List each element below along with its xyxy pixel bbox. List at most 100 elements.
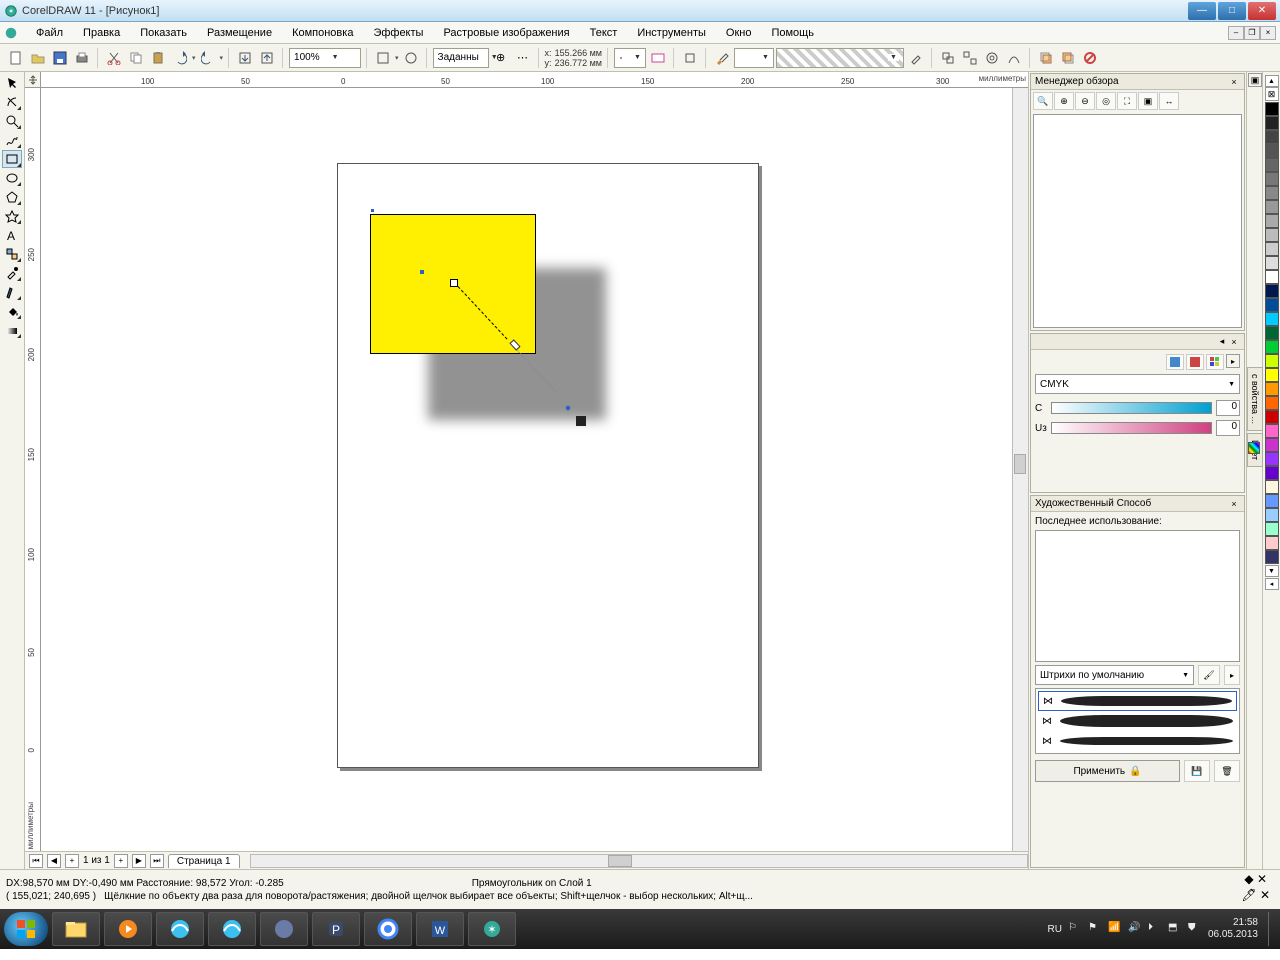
menu-file[interactable]: Файл [28,25,71,41]
print-button[interactable] [72,48,92,68]
taskbar-explorer-button[interactable] [52,912,100,946]
convert-button[interactable] [1004,48,1024,68]
page-next-button[interactable]: ▶ [132,854,146,868]
color-swatch[interactable] [1265,396,1279,410]
vertical-ruler[interactable]: миллиметры 300 250 200 150 100 50 0 [25,88,41,851]
text-tool[interactable]: A [2,226,22,244]
color-swatch[interactable] [1265,438,1279,452]
color-swatch[interactable] [1265,144,1279,158]
color-swatch[interactable] [1265,340,1279,354]
color-model-combo[interactable]: CMYK▼ [1035,374,1240,394]
tray-action-icon[interactable]: ⚑ [1088,922,1102,936]
zoom-page-button[interactable]: ▣ [1138,92,1158,110]
menu-text[interactable]: Текст [582,25,626,41]
align-button[interactable] [982,48,1002,68]
save-button[interactable] [50,48,70,68]
ungroup-button[interactable] [960,48,980,68]
color-swatch[interactable] [1265,522,1279,536]
brush-item-2[interactable]: ⋈ [1038,711,1237,731]
pick-tool[interactable] [2,74,22,92]
no-access-button[interactable] [1080,48,1100,68]
zoom-combo[interactable]: 100%▼ [289,48,361,68]
menu-tools[interactable]: Инструменты [629,25,714,41]
export-button[interactable] [257,48,277,68]
outline-opts-button[interactable] [648,48,668,68]
taskbar-chrome-button[interactable] [364,912,412,946]
cut-button[interactable] [104,48,124,68]
redo-button[interactable] [198,48,218,68]
artistic-docker-title[interactable]: Художественный Способ × [1031,496,1244,512]
delete-brush-button[interactable]: 🗑 [1214,760,1240,782]
tray-language[interactable]: RU [1047,924,1061,935]
color-swatch[interactable] [1265,368,1279,382]
page-last-button[interactable]: ⏭ [150,854,164,868]
color-swatch[interactable] [1265,214,1279,228]
color-swatch[interactable] [1265,284,1279,298]
menu-bitmaps[interactable]: Растровые изображения [435,25,577,41]
eyedrop-button[interactable] [906,48,926,68]
options-button[interactable] [401,48,421,68]
new-button[interactable] [6,48,26,68]
brush-item-1[interactable]: ⋈ [1038,691,1237,711]
open-button[interactable] [28,48,48,68]
cyan-value-input[interactable]: 0 [1216,400,1240,416]
outline-indicator-icon[interactable]: 🖊 ✕ [1241,888,1270,902]
ellipse-tool[interactable] [2,169,22,187]
menu-edit[interactable]: Правка [75,25,128,41]
taskbar-ie2-button[interactable] [208,912,256,946]
color-collapse-button[interactable]: ◂ [1216,336,1228,348]
color-flyout-button[interactable]: ▸ [1226,354,1240,368]
brush-config-button[interactable] [712,48,732,68]
brush-edit-button[interactable]: 🖌 [1198,665,1220,685]
color-docker-title[interactable]: ◂ × [1031,334,1244,350]
menu-layout[interactable]: Размещение [199,25,280,41]
color-swatch[interactable] [1265,480,1279,494]
menu-window[interactable]: Окно [718,25,760,41]
magenta-value-input[interactable]: 0 [1216,420,1240,436]
no-fill-swatch[interactable]: ⊠ [1265,87,1279,101]
properties-tab[interactable]: с войства ... [1247,367,1263,431]
mdi-minimize-button[interactable]: – [1228,26,1244,40]
color-swatch[interactable] [1265,382,1279,396]
color-swatch[interactable] [1265,102,1279,116]
polygon-tool[interactable] [2,188,22,206]
copy-button[interactable] [126,48,146,68]
color-swatch[interactable] [1265,242,1279,256]
color-swatch[interactable] [1265,424,1279,438]
tray-misc3-icon[interactable]: ⛊ [1188,922,1202,936]
undo-button[interactable] [170,48,190,68]
palette-down-button[interactable]: ▼ [1265,565,1279,577]
dup-plus-button[interactable]: ⊕ [491,48,511,68]
fill-tool[interactable] [2,302,22,320]
control-point[interactable] [420,270,424,274]
overview-preview[interactable] [1033,114,1242,328]
basic-shapes-tool[interactable] [2,207,22,225]
distort-button[interactable] [680,48,700,68]
mdi-close-button[interactable]: × [1260,26,1276,40]
color-swatch[interactable] [1265,466,1279,480]
color-swatch[interactable] [1265,452,1279,466]
menu-view[interactable]: Показать [132,25,195,41]
interactive-fill-tool[interactable] [2,321,22,339]
snap-button[interactable] [373,48,393,68]
color-swatch[interactable] [1265,200,1279,214]
to-back-button[interactable] [1058,48,1078,68]
cyan-slider[interactable] [1051,402,1212,414]
to-front-button[interactable] [1036,48,1056,68]
color-swatch[interactable] [1265,494,1279,508]
apply-button[interactable]: Применить🔒 [1035,760,1180,782]
outline-tool[interactable] [2,283,22,301]
tray-volume-icon[interactable]: 🔊 [1128,922,1142,936]
taskbar-word-button[interactable]: W [416,912,464,946]
brush-preset-combo[interactable]: Штрихи по умолчанию▼ [1035,665,1194,685]
ruler-origin[interactable] [25,72,41,88]
shadow-end-handle[interactable] [576,416,586,426]
color-swatch[interactable] [1265,410,1279,424]
interactive-tool[interactable] [2,245,22,263]
zoom-sel-button[interactable]: ◎ [1096,92,1116,110]
group-button[interactable] [938,48,958,68]
mdi-restore-button[interactable]: ❐ [1244,26,1260,40]
color-swatch[interactable] [1265,228,1279,242]
color-mode2-button[interactable] [1186,354,1204,370]
brush-list[interactable]: ⋈ ⋈ ⋈ [1035,688,1240,754]
